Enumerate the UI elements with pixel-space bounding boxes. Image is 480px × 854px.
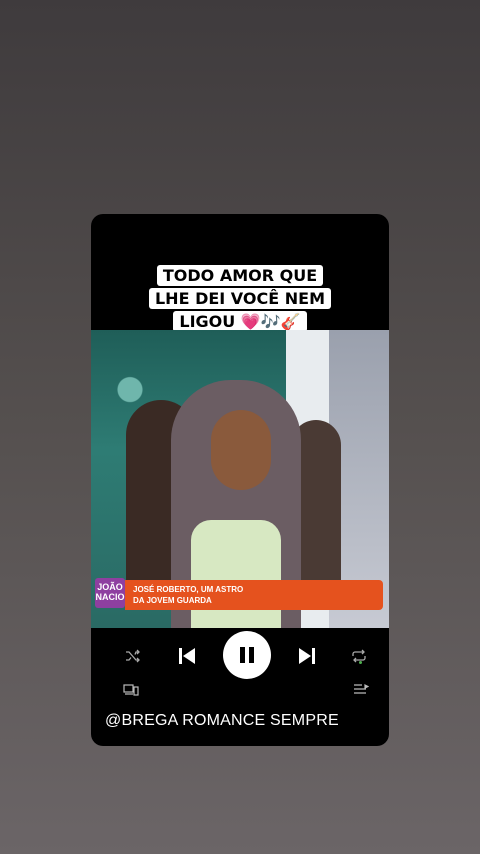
player-controls [91, 628, 389, 684]
caption-line-2: LHE DEI VOCÊ NEM [148, 288, 331, 309]
ticker-line-1: JOSÉ ROBERTO, UM ASTRO [133, 585, 244, 594]
ticker: JOSÉ ROBERTO, UM ASTRO DA JOVEM GUARDA [125, 580, 383, 610]
ticker-line-2: DA JOVEM GUARDA [133, 596, 212, 605]
pause-button[interactable] [223, 631, 271, 679]
caption-line-3: LIGOU 💗🎶🎸 [173, 311, 307, 332]
song-caption: TODO AMOR QUE LHE DEI VOCÊ NEM LIGOU 💗🎶🎸 [91, 264, 389, 333]
devices-icon[interactable] [123, 684, 139, 696]
skip-previous-icon[interactable] [169, 638, 205, 674]
queue-icon[interactable] [353, 684, 370, 696]
shuffle-icon[interactable] [119, 642, 147, 670]
skip-next-icon[interactable] [289, 638, 325, 674]
story-card: TODO AMOR QUE LHE DEI VOCÊ NEM LIGOU 💗🎶🎸… [91, 214, 389, 746]
channel-logo: JOÃO NACIO [95, 578, 125, 608]
repeat-icon[interactable] [345, 642, 373, 670]
caption-line-1: TODO AMOR QUE [156, 265, 324, 286]
repeat-active-dot [359, 661, 362, 664]
pause-icon [240, 647, 254, 663]
lower-third: JOÃO NACIO JOSÉ ROBERTO, UM ASTRO DA JOV… [91, 578, 389, 610]
video-frame[interactable]: JOÃO NACIO JOSÉ ROBERTO, UM ASTRO DA JOV… [91, 330, 389, 628]
account-handle: @BREGA ROMANCE SEMPRE [105, 712, 339, 729]
